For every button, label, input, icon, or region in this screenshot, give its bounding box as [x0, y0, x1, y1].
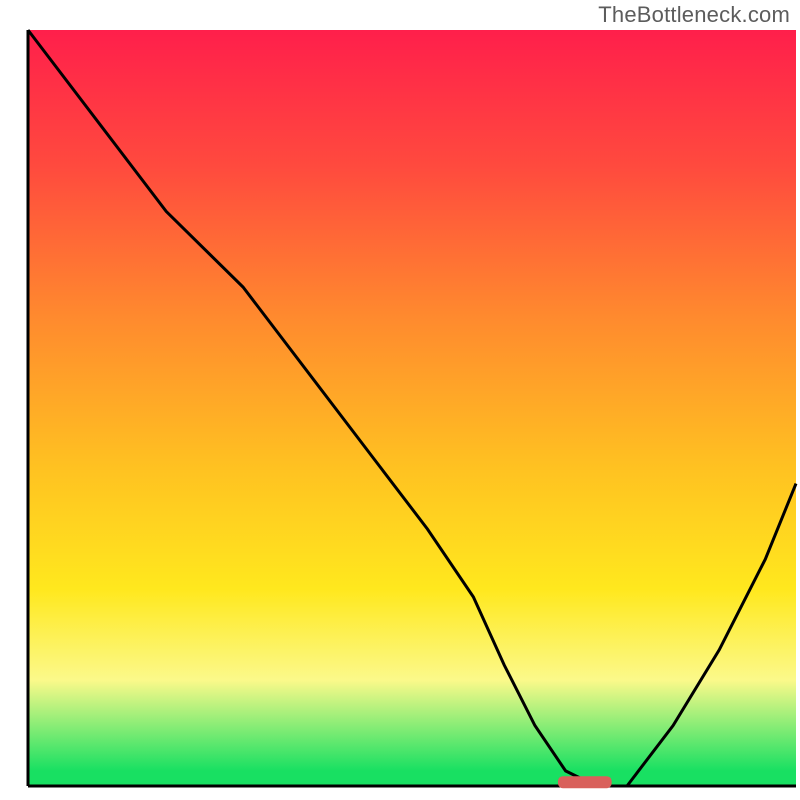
bottleneck-chart: [0, 0, 800, 800]
plot-background: [28, 30, 796, 786]
chart-container: TheBottleneck.com: [0, 0, 800, 800]
optimal-marker: [558, 776, 612, 788]
watermark-text: TheBottleneck.com: [598, 2, 790, 28]
